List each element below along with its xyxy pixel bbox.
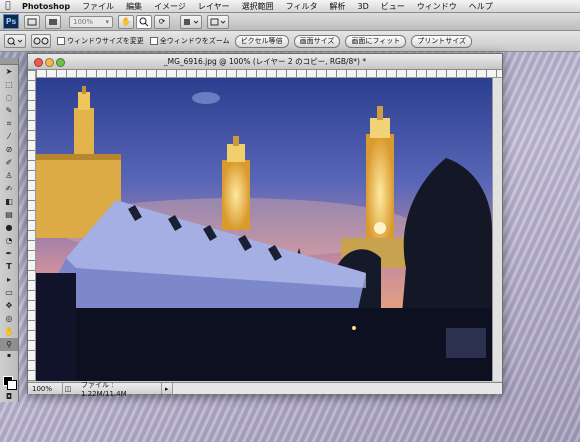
document-info-icon[interactable]: ◫ xyxy=(63,385,73,393)
menu-select[interactable]: 選択範囲 xyxy=(236,1,280,12)
zoom-level-select[interactable]: 100% ▾ xyxy=(69,15,113,28)
options-bar: ウィンドウサイズを変更 全ウィンドウをズーム ピクセル等倍 画面サイズ 画面にフ… xyxy=(0,31,580,52)
horizontal-scrollbar[interactable] xyxy=(171,383,502,394)
healing-tool-icon[interactable]: ⊘ xyxy=(0,143,18,156)
zoom-tool-button[interactable] xyxy=(136,14,152,29)
status-bar: 100% ◫ ファイル : 1.22M/11.4M ▸ xyxy=(28,381,502,398)
rotate-view-button[interactable]: ⟳ xyxy=(154,14,170,29)
vertical-ruler[interactable] xyxy=(28,70,36,381)
menu-image[interactable]: イメージ xyxy=(148,1,192,12)
history-brush-tool-icon[interactable]: ✍ xyxy=(0,182,18,195)
menu-help[interactable]: ヘルプ xyxy=(463,1,499,12)
shape-tool-icon[interactable]: ▭ xyxy=(0,286,18,299)
zoom-in-out-buttons[interactable] xyxy=(31,34,51,48)
quick-select-tool-icon[interactable]: ✎ xyxy=(0,104,18,117)
3d-rotate-tool-icon[interactable]: ✥ xyxy=(0,299,18,312)
quick-mask-icon[interactable]: ◘ xyxy=(0,390,18,403)
menu-3d[interactable]: 3D xyxy=(352,2,375,11)
status-zoom-value[interactable]: 100% xyxy=(28,383,63,394)
print-size-button[interactable]: プリントサイズ xyxy=(411,34,473,48)
close-button[interactable] xyxy=(34,58,43,67)
minimize-button[interactable] xyxy=(45,58,54,67)
type-tool-icon[interactable]: T xyxy=(0,260,18,273)
eraser-tool-icon[interactable]: ◧ xyxy=(0,195,18,208)
hand-tool-icon[interactable]: ✋ xyxy=(0,325,18,338)
zoom-all-windows-label: 全ウィンドウをズーム xyxy=(159,37,230,45)
path-select-tool-icon[interactable]: ▸ xyxy=(0,273,18,286)
zoom-icon xyxy=(7,37,23,45)
zoom-in-out-icon xyxy=(33,37,49,44)
3d-orbit-tool-icon[interactable]: ◎ xyxy=(0,312,18,325)
default-colors-icon[interactable]: ▪ xyxy=(0,351,18,359)
rotate-icon: ⟳ xyxy=(158,17,166,26)
mini-bridge-button[interactable] xyxy=(45,14,61,29)
panel-grip[interactable] xyxy=(0,58,18,65)
application-bar: Ps 100% ▾ ✋ ⟳ xyxy=(0,13,580,31)
arrange-documents-button[interactable] xyxy=(180,14,202,29)
image-canvas[interactable] xyxy=(36,78,492,381)
resize-windows-label: ウィンドウサイズを変更 xyxy=(67,37,144,45)
document-title: _MG_6916.jpg @ 100% (レイヤー 2 のコピー, RGB/8*… xyxy=(163,57,367,66)
resize-windows-checkbox[interactable]: ウィンドウサイズを変更 xyxy=(57,36,144,46)
checkbox-box xyxy=(149,37,158,45)
menu-view[interactable]: ビュー xyxy=(375,1,411,12)
marquee-tool-icon[interactable]: ⬚ xyxy=(0,78,18,91)
fit-screen-button[interactable]: 画面にフィット xyxy=(345,34,407,48)
hand-tool-button[interactable]: ✋ xyxy=(118,14,134,29)
zoom-tool-icon[interactable]: ⚲ xyxy=(0,338,18,351)
dodge-tool-icon[interactable]: ◔ xyxy=(0,234,18,247)
menu-edit[interactable]: 編集 xyxy=(120,1,148,12)
crop-tool-icon[interactable]: ⌗ xyxy=(0,117,18,130)
background-color-swatch[interactable] xyxy=(7,380,17,390)
document-titlebar[interactable]: _MG_6916.jpg @ 100% (レイヤー 2 のコピー, RGB/8*… xyxy=(28,54,502,70)
screen-mode-icon xyxy=(210,18,226,25)
clone-stamp-tool-icon[interactable]: ♙ xyxy=(0,169,18,182)
menu-analysis[interactable]: 解析 xyxy=(324,1,352,12)
menu-window[interactable]: ウィンドウ xyxy=(411,1,463,12)
status-file-info: ファイル : 1.22M/11.4M xyxy=(73,381,162,398)
zoom-level-value: 100% xyxy=(73,17,94,26)
vertical-scrollbar[interactable] xyxy=(492,78,502,381)
hand-icon: ✋ xyxy=(121,17,131,26)
menu-bar:  Photoshop ファイル 編集 イメージ レイヤー 選択範囲 フィルタ … xyxy=(0,0,580,13)
horizontal-ruler[interactable] xyxy=(36,70,502,78)
zoom-icon xyxy=(139,17,149,26)
tools-panel: ➤ ⬚ ◌ ✎ ⌗ ⁄ ⊘ ✐ ♙ ✍ ◧ ▤ ● ◔ ✒ T ▸ ▭ ✥ ◎ … xyxy=(0,58,19,402)
screen-size-button[interactable]: 画面サイズ xyxy=(293,34,341,48)
gradient-tool-icon[interactable]: ▤ xyxy=(0,208,18,221)
photo-florence-towers xyxy=(36,78,492,381)
menu-file[interactable]: ファイル xyxy=(76,1,120,12)
eyedropper-tool-icon[interactable]: ⁄ xyxy=(0,130,18,143)
bridge-button[interactable] xyxy=(24,14,40,29)
brush-tool-icon[interactable]: ✐ xyxy=(0,156,18,169)
apple-icon[interactable]:  xyxy=(0,1,16,11)
document-icon xyxy=(27,18,37,25)
menu-layer[interactable]: レイヤー xyxy=(192,1,236,12)
lasso-tool-icon[interactable]: ◌ xyxy=(0,91,18,104)
checkbox-box xyxy=(57,37,65,45)
status-menu-arrow-icon[interactable]: ▸ xyxy=(162,385,169,393)
arrange-icon xyxy=(184,18,199,25)
tool-preset-picker[interactable] xyxy=(4,34,26,48)
grid-icon xyxy=(49,18,57,25)
document-window: _MG_6916.jpg @ 100% (レイヤー 2 のコピー, RGB/8*… xyxy=(27,53,503,398)
actual-pixels-button[interactable]: ピクセル等倍 xyxy=(234,34,289,48)
menu-filter[interactable]: フィルタ xyxy=(280,1,324,12)
move-tool-icon[interactable]: ➤ xyxy=(0,65,18,78)
screen-mode-button[interactable] xyxy=(207,14,229,29)
menu-app-photoshop[interactable]: Photoshop xyxy=(16,2,76,11)
blur-tool-icon[interactable]: ● xyxy=(0,221,18,234)
ps-logo-icon: Ps xyxy=(3,14,19,29)
zoom-all-windows-checkbox[interactable]: 全ウィンドウをズーム xyxy=(149,36,230,46)
pen-tool-icon[interactable]: ✒ xyxy=(0,247,18,260)
zoom-window-button[interactable] xyxy=(56,58,65,67)
chevron-down-icon: ▾ xyxy=(105,17,109,26)
